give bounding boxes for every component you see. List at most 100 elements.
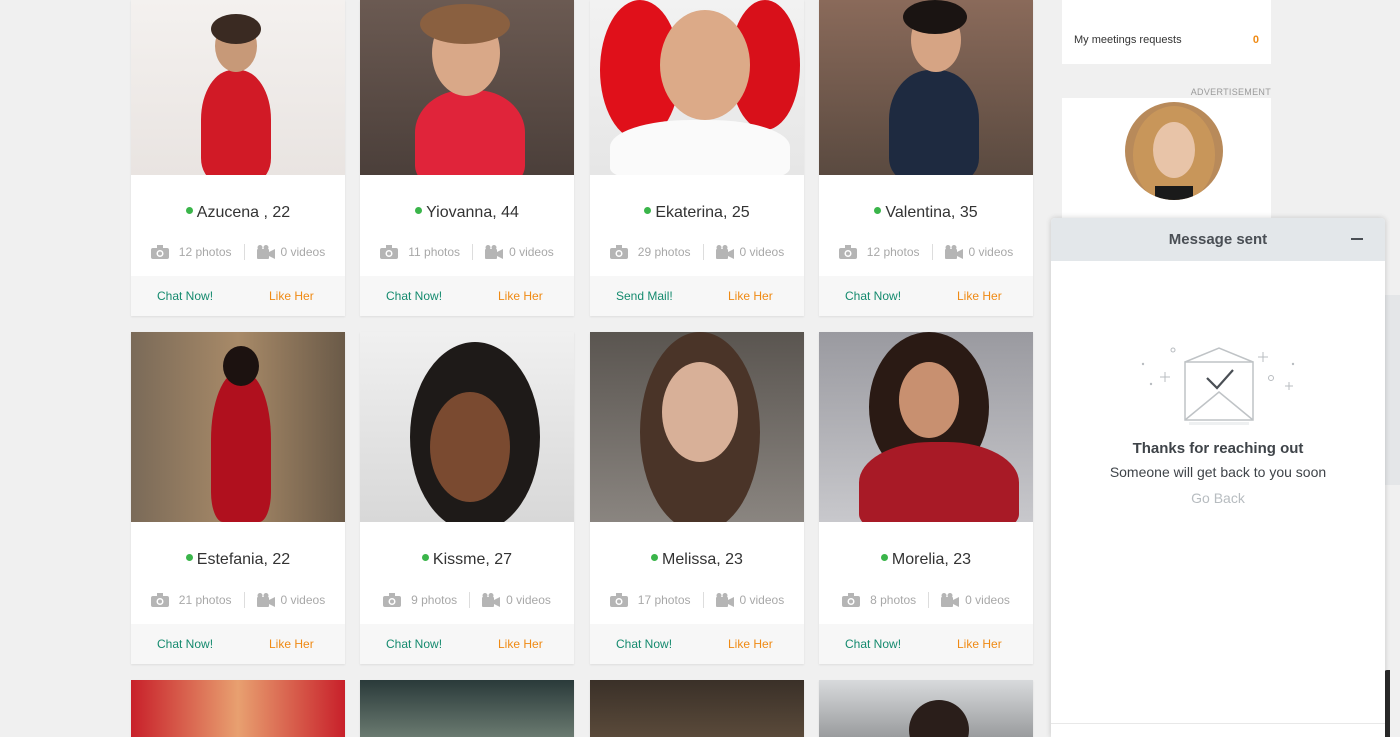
profile-name: Melissa, 23 [662,551,743,568]
send-mail-link[interactable]: Send Mail! [616,289,673,303]
divider [931,244,933,260]
video-camera-icon [715,593,734,607]
chat-title: Message sent [1168,231,1268,248]
video-count: 0 videos [739,245,785,259]
profile-card[interactable]: Ekaterina, 25 29 photos 0 videos Send Ma… [590,0,804,316]
video-count: 0 videos [280,593,326,607]
profile-photo[interactable] [590,332,804,522]
video-camera-icon [944,245,963,259]
video-camera-icon [485,245,504,259]
divider [469,592,471,608]
divider [702,592,704,608]
profile-photo[interactable] [131,680,345,737]
photo-count: 29 photos [637,245,691,259]
video-camera-icon [482,593,501,607]
profile-card[interactable] [360,680,574,737]
like-her-link[interactable]: Like Her [269,637,314,651]
camera-icon [150,245,169,259]
profile-photo[interactable] [819,680,1033,737]
online-status-dot [874,207,882,214]
chat-now-link[interactable]: Chat Now! [845,289,901,303]
meetings-widget: My meetings requests 0 [1062,0,1271,64]
camera-icon [609,245,628,259]
online-status-dot [185,554,193,561]
photo-count: 21 photos [178,593,232,607]
profile-photo[interactable] [131,0,345,175]
video-camera-icon [256,593,275,607]
video-count: 0 videos [968,245,1014,259]
profile-card[interactable]: Morelia, 23 8 photos 0 videos Chat Now! … [819,332,1033,664]
like-her-link[interactable]: Like Her [498,637,543,651]
video-camera-icon [256,245,275,259]
chat-now-link[interactable]: Chat Now! [386,637,442,651]
meetings-requests-link[interactable]: My meetings requests [1074,34,1182,46]
camera-icon [380,245,399,259]
online-status-dot [651,554,659,561]
online-status-dot [421,554,429,561]
online-status-dot [185,207,193,214]
online-status-dot [415,207,423,214]
like-her-link[interactable]: Like Her [957,289,1002,303]
profile-card[interactable]: Kissme, 27 9 photos 0 videos Chat Now! L… [360,332,574,664]
profile-name: Yiovanna, 44 [426,204,519,221]
chat-now-link[interactable]: Chat Now! [845,637,901,651]
photo-count: 9 photos [411,593,458,607]
online-status-dot [644,207,652,214]
chat-header: Message sent [1051,218,1385,261]
profile-name: Kissme, 27 [432,551,513,568]
profile-photo[interactable] [360,0,574,175]
meetings-count: 0 [1252,34,1259,46]
photo-count: 17 photos [637,593,691,607]
profile-name: Morelia, 23 [891,551,972,568]
video-count: 0 videos [739,593,785,607]
like-her-link[interactable]: Like Her [728,289,773,303]
profile-photo[interactable] [360,680,574,737]
photo-count: 12 photos [178,245,232,259]
online-status-dot [880,554,888,561]
profile-card[interactable] [590,680,804,737]
video-camera-icon [715,245,734,259]
chat-now-link[interactable]: Chat Now! [616,637,672,651]
like-her-link[interactable]: Like Her [728,637,773,651]
chat-now-link[interactable]: Chat Now! [157,637,213,651]
like-her-link[interactable]: Like Her [269,289,314,303]
photo-count: 11 photos [408,245,461,259]
video-count: 0 videos [965,593,1010,607]
advertisement-card[interactable] [1062,98,1271,218]
divider [472,244,474,260]
divider [243,592,245,608]
ad-avatar[interactable] [1125,102,1223,200]
profile-card[interactable]: Yiovanna, 44 11 photos 0 videos Chat Now… [360,0,574,316]
profile-photo[interactable] [819,0,1033,175]
profile-photo[interactable] [819,332,1033,522]
ad-label: ADVERTISEMENT [1190,87,1271,97]
thanks-heading: Thanks for reaching out [1132,440,1304,457]
profile-name: Azucena , 22 [196,204,291,221]
camera-icon [383,593,402,607]
thanks-subtitle: Someone will get back to you soon [1109,464,1327,480]
profile-photo[interactable] [360,332,574,522]
profile-card[interactable] [819,680,1033,737]
like-her-link[interactable]: Like Her [498,289,543,303]
chat-now-link[interactable]: Chat Now! [386,289,442,303]
profile-photo[interactable] [131,332,345,522]
video-count: 0 videos [509,245,554,259]
profile-card[interactable] [131,680,345,737]
profile-card[interactable]: Estefania, 22 21 photos 0 videos Chat No… [131,332,345,664]
profile-name: Estefania, 22 [196,551,291,568]
like-her-link[interactable]: Like Her [957,637,1002,651]
profile-name: Ekaterina, 25 [655,204,750,221]
profile-photo[interactable] [590,0,804,175]
profile-card[interactable]: Valentina, 35 12 photos 0 videos Chat No… [819,0,1033,316]
profile-card[interactable]: Azucena , 22 12 photos 0 videos Chat Now… [131,0,345,316]
envelope-check-icon [1141,347,1295,425]
profile-photo[interactable] [590,680,804,737]
camera-icon [842,593,861,607]
go-back-link[interactable]: Go Back [1051,490,1385,506]
camera-icon [609,593,628,607]
minimize-icon[interactable] [1351,238,1363,240]
chat-now-link[interactable]: Chat Now! [157,289,213,303]
photo-count: 8 photos [870,593,917,607]
profile-card[interactable]: Melissa, 23 17 photos 0 videos Chat Now!… [590,332,804,664]
divider [928,592,930,608]
